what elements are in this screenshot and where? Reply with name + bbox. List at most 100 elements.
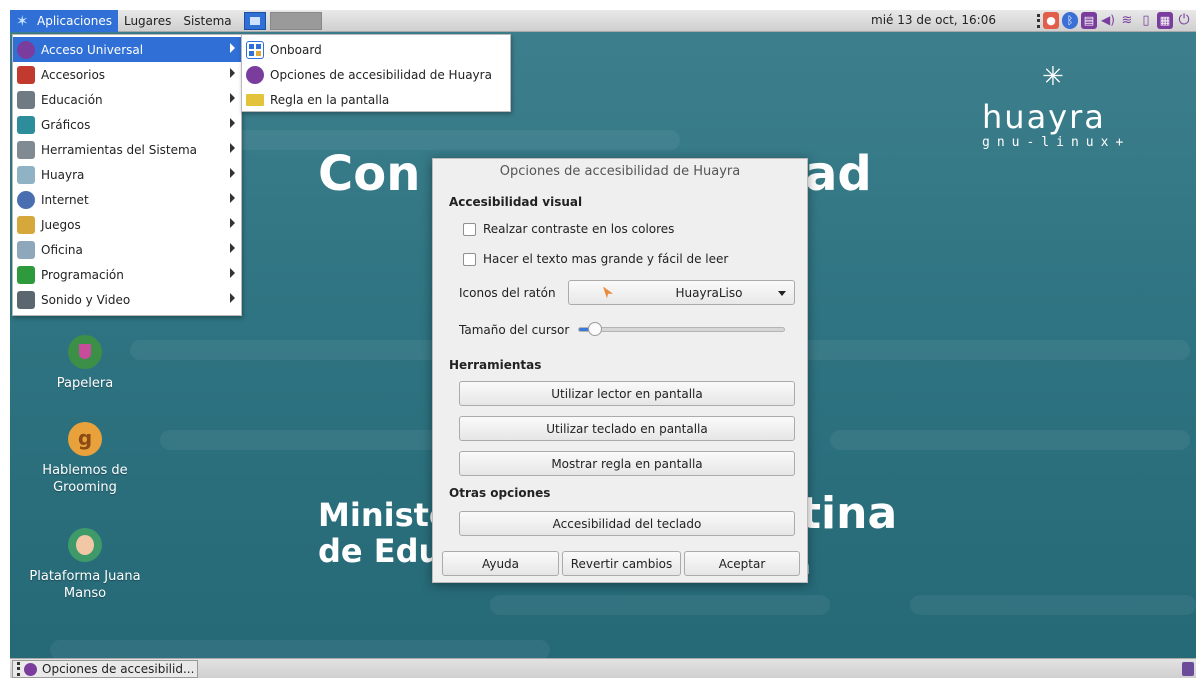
show-desktop-button[interactable] xyxy=(243,11,266,30)
menu-item-sonido-video[interactable]: Sonido y Video xyxy=(13,287,241,312)
submenu-arrow-icon xyxy=(230,43,235,53)
system-tools-icon xyxy=(17,140,35,159)
menu-item-regla[interactable]: Regla en la pantalla xyxy=(242,87,510,112)
trash-icon xyxy=(68,335,102,369)
taskbar-window-button[interactable]: Opciones de accesibilid... xyxy=(12,660,198,678)
education-icon xyxy=(17,90,35,109)
menu-item-label: Herramientas del Sistema xyxy=(41,142,198,157)
help-button[interactable]: Ayuda xyxy=(442,551,559,576)
mouse-icons-label: Iconos del ratón xyxy=(459,286,556,300)
screen-ruler-button[interactable]: Mostrar regla en pantalla xyxy=(459,451,795,476)
onboard-icon xyxy=(246,40,264,59)
section-tools: Herramientas xyxy=(449,358,542,372)
menu-item-programacion[interactable]: Programación xyxy=(13,262,241,287)
banner-text: Ministe xyxy=(318,496,451,534)
background-decoration xyxy=(790,340,1190,360)
applications-menu[interactable]: Aplicaciones xyxy=(10,10,118,32)
menu-item-label: Acceso Universal xyxy=(41,42,144,57)
taskbar-grip xyxy=(17,662,20,676)
cursor-size-slider[interactable] xyxy=(578,327,785,332)
screen-keyboard-button[interactable]: Utilizar teclado en pantalla xyxy=(459,416,795,441)
wifi-icon[interactable]: ≋ xyxy=(1119,12,1135,29)
huayra-logo: huayra xyxy=(982,98,1106,136)
menu-item-onboard[interactable]: Onboard xyxy=(242,37,510,62)
background-decoration xyxy=(160,430,460,450)
menu-item-label: Regla en la pantalla xyxy=(270,92,390,107)
menu-item-juegos[interactable]: Juegos xyxy=(13,212,241,237)
update-notifier-icon[interactable]: ● xyxy=(1043,12,1059,29)
menu-item-internet[interactable]: Internet xyxy=(13,187,241,212)
submenu-arrow-icon xyxy=(230,93,235,103)
large-text-checkbox[interactable] xyxy=(463,252,476,266)
menu-item-acceso-universal[interactable]: Acceso Universal xyxy=(13,37,241,62)
banner-text: tina xyxy=(800,488,898,539)
menu-item-educacion[interactable]: Educación xyxy=(13,87,241,112)
screen-reader-button[interactable]: Utilizar lector en pantalla xyxy=(459,381,795,406)
applications-icon xyxy=(16,13,32,29)
cursor-icon xyxy=(603,286,613,299)
submenu-arrow-icon xyxy=(230,293,235,303)
banner-text: Con xyxy=(318,146,421,202)
screen-keyboard-icon[interactable]: ▦ xyxy=(1157,12,1173,29)
submenu-arrow-icon xyxy=(230,118,235,128)
dialog-title: Opciones de accesibilidad de Huayra xyxy=(499,164,741,179)
mouse-icons-select[interactable]: HuayraLiso xyxy=(568,280,795,305)
cursor-size-label: Tamaño del cursor xyxy=(459,323,570,337)
contrast-checkbox[interactable] xyxy=(463,222,476,236)
power-icon[interactable]: ⏻ xyxy=(1176,12,1192,29)
submenu-arrow-icon xyxy=(230,193,235,203)
bluetooth-icon[interactable]: ᛒ xyxy=(1062,12,1078,29)
acceso-universal-submenu: Onboard Opciones de accesibilidad de Hua… xyxy=(241,34,511,112)
juana-manso-icon xyxy=(68,528,102,562)
submenu-arrow-icon xyxy=(230,68,235,78)
large-text-checkbox-row[interactable]: Hacer el texto mas grande y fácil de lee… xyxy=(463,252,728,266)
grooming-icon: g xyxy=(68,422,102,456)
background-decoration xyxy=(180,130,680,150)
accept-button[interactable]: Aceptar xyxy=(684,551,800,576)
desktop-icon-juana-manso[interactable]: Plataforma Juana Manso xyxy=(10,528,160,602)
accessibility-icon xyxy=(246,65,264,84)
menu-item-label: Opciones de accesibilidad de Huayra xyxy=(270,67,492,82)
menu-item-graficos[interactable]: Gráficos xyxy=(13,112,241,137)
menu-item-label: Educación xyxy=(41,92,103,107)
system-tray: ● ᛒ ▤ ◀) ≋ ▯ ▦ ⏻ xyxy=(1037,12,1192,29)
menu-item-label: Juegos xyxy=(41,217,81,232)
menu-item-label: Gráficos xyxy=(41,117,91,132)
cursor-size-slider-handle[interactable] xyxy=(588,322,602,336)
taskbar-window-label: Opciones de accesibilid... xyxy=(42,662,195,676)
clock[interactable]: mié 13 de oct, 16:06 xyxy=(871,13,996,27)
section-visual: Accesibilidad visual xyxy=(449,195,583,209)
desktop: Con ad Ministe de Edu tina a ✳ huayra gn… xyxy=(10,10,1196,678)
contrast-checkbox-row[interactable]: Realzar contraste en los colores xyxy=(463,222,674,236)
background-decoration xyxy=(50,640,550,660)
sparkle-icon: ✳ xyxy=(1042,62,1064,92)
revert-button[interactable]: Revertir cambios xyxy=(562,551,681,576)
huayra-logo-subtitle: gnu-linux+ xyxy=(982,135,1131,150)
menu-item-herramientas[interactable]: Herramientas del Sistema xyxy=(13,137,241,162)
battery-icon[interactable]: ▯ xyxy=(1138,12,1154,29)
submenu-arrow-icon xyxy=(230,268,235,278)
places-menu[interactable]: Lugares xyxy=(118,10,177,32)
keyboard-accessibility-button[interactable]: Accesibilidad del teclado xyxy=(459,511,795,536)
menu-item-accesorios[interactable]: Accesorios xyxy=(13,62,241,87)
universal-access-icon xyxy=(17,40,35,59)
workspace-indicator[interactable] xyxy=(1182,662,1194,676)
desktop-icon-grooming[interactable]: g Hablemos de Grooming xyxy=(10,422,160,496)
background-decoration xyxy=(130,340,460,360)
huayra-icon xyxy=(17,165,35,184)
system-menu[interactable]: Sistema xyxy=(177,10,237,32)
menu-item-huayra[interactable]: Huayra xyxy=(13,162,241,187)
menu-item-oficina[interactable]: Oficina xyxy=(13,237,241,262)
clipboard-icon[interactable]: ▤ xyxy=(1081,12,1097,29)
sound-video-icon xyxy=(17,290,35,309)
graphics-icon xyxy=(17,115,35,134)
volume-icon[interactable]: ◀) xyxy=(1100,12,1116,29)
menu-item-label: Programación xyxy=(41,267,124,282)
menu-item-accesibilidad-huayra[interactable]: Opciones de accesibilidad de Huayra xyxy=(242,62,510,87)
contrast-checkbox-label: Realzar contraste en los colores xyxy=(483,222,675,236)
internet-icon xyxy=(17,190,35,209)
desktop-icon-papelera[interactable]: Papelera xyxy=(10,335,160,392)
submenu-arrow-icon xyxy=(230,243,235,253)
applications-menu-label: Aplicaciones xyxy=(37,13,112,28)
workspace-switcher[interactable] xyxy=(269,11,322,30)
